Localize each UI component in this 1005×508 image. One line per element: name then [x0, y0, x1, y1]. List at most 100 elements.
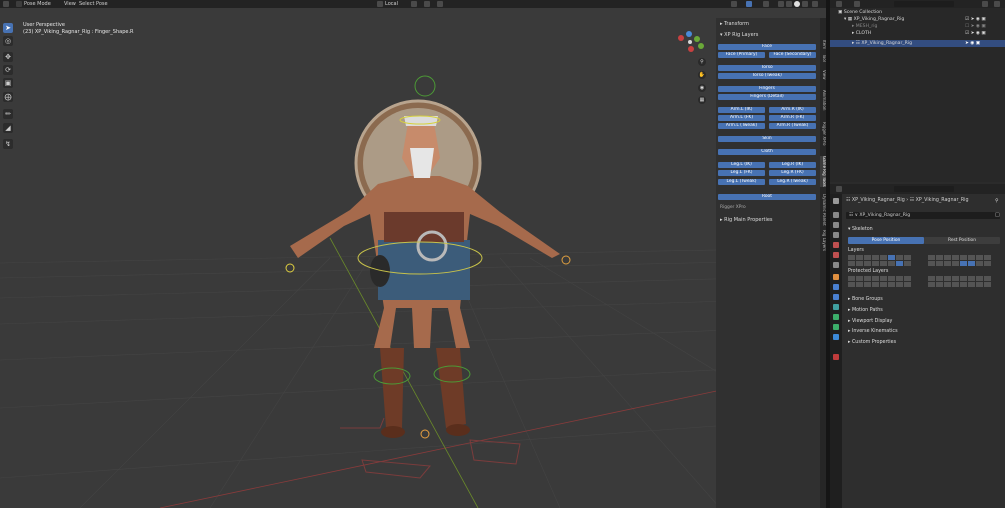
navigation-gizmo[interactable] [674, 30, 710, 60]
menu-select[interactable]: Select [79, 1, 94, 7]
bone-groups-panel-header[interactable]: ▸ Bone Groups [848, 297, 883, 302]
overlay-toggle-icon[interactable] [746, 1, 752, 7]
world-tab-icon[interactable] [833, 252, 839, 258]
filter-icon[interactable] [982, 1, 988, 7]
render-tab-icon[interactable] [833, 212, 839, 218]
breadcrumb-data[interactable]: XP_Viking_Ragnar_Rig [916, 198, 969, 203]
layer-root-button[interactable]: Root [718, 194, 816, 200]
modifier-tab-icon[interactable] [833, 284, 839, 290]
armature-data-field[interactable]: ☷ ∨ XP_Viking_Ragnar_Rig [846, 212, 1000, 219]
outliner-search-input[interactable] [894, 1, 954, 7]
custom-properties-panel-header[interactable]: ▸ Custom Properties [848, 340, 896, 345]
snap-icon[interactable] [424, 1, 430, 7]
bone-tab-icon[interactable] [833, 324, 839, 330]
outliner-editor-icon[interactable] [836, 1, 842, 7]
exclude-checkbox-icon[interactable]: ☐ ➤ ◉ ▣ [965, 24, 986, 29]
layer-arm-l-ik-button[interactable]: Arm.L (IK) [718, 107, 765, 113]
layer-leg-l-ik-button[interactable]: Leg.L (IK) [718, 162, 765, 168]
scene-collection-row[interactable]: ▣ Scene Collection [838, 9, 1000, 16]
collection-tab-icon[interactable] [833, 262, 839, 268]
viewport-display-panel-header[interactable]: ▸ Viewport Display [848, 319, 892, 324]
shading-rendered-icon[interactable] [802, 1, 808, 7]
inverse-kinematics-panel-header[interactable]: ▸ Inverse Kinematics [848, 329, 898, 334]
proportional-icon[interactable] [437, 1, 443, 7]
transform-orientation-dropdown[interactable]: Local [385, 1, 398, 7]
layer-arm-l-tweak-button[interactable]: Arm.L (Tweak) [718, 123, 765, 129]
layer-cloth-button[interactable]: Cloth [718, 149, 816, 155]
layer-arm-r-fk-button[interactable]: Arm.R (FK) [769, 115, 816, 121]
exclude-checkbox-icon[interactable]: ☑ ➤ ◉ ▣ [965, 31, 986, 36]
cursor-tool[interactable]: ◎ [3, 36, 13, 46]
rotate-tool[interactable]: ⟳ [3, 65, 13, 75]
display-mode-icon[interactable] [854, 1, 860, 7]
layer-arm-r-ik-button[interactable]: Arm.R (IK) [769, 107, 816, 113]
shading-options-icon[interactable] [812, 1, 818, 7]
gizmo-toggle-icon[interactable] [731, 1, 737, 7]
view-layer-tab-icon[interactable] [833, 232, 839, 238]
visibility-toggles-icon[interactable]: ➤ ◉ ▣ [965, 41, 980, 46]
layer-face-button[interactable]: Face [718, 44, 816, 50]
layer-arm-l-fk-button[interactable]: Arm.L (FK) [718, 115, 765, 121]
shading-solid-icon[interactable] [786, 1, 792, 7]
constraint-tab-icon[interactable] [833, 304, 839, 310]
fake-user-icon[interactable]: □ [995, 212, 1000, 218]
pivot-icon[interactable] [411, 1, 417, 7]
grid-projection-icon[interactable]: ▦ [698, 96, 706, 104]
editor-type-icon[interactable] [3, 1, 9, 7]
menu-pose[interactable]: Pose [96, 1, 108, 7]
pose-tool[interactable]: ↯ [3, 139, 13, 149]
zoom-icon[interactable]: ⚲ [698, 58, 706, 66]
scale-tool[interactable]: ▣ [3, 78, 13, 88]
layer-arm-r-tweak-button[interactable]: Arm.R (Tweak) [769, 123, 816, 129]
3d-viewport[interactable]: User Perspective (23) XP_Viking_Ragnar_R… [0, 8, 826, 508]
pan-hand-icon[interactable]: ✋ [698, 71, 706, 79]
motion-paths-panel-header[interactable]: ▸ Motion Paths [848, 308, 883, 313]
layer-fingers-button[interactable]: Fingers [718, 86, 816, 92]
measure-tool[interactable]: ◢ [3, 123, 13, 133]
new-collection-icon[interactable] [994, 1, 1000, 7]
rig-main-properties-header[interactable]: ▸ Rig Main Properties [720, 217, 773, 223]
transform-panel-header[interactable]: ▸ Transform [720, 21, 749, 27]
physics-tab-icon[interactable] [833, 294, 839, 300]
camera-icon[interactable]: ◉ [698, 84, 706, 92]
rest-position-button[interactable]: Rest Position [924, 237, 1000, 244]
pin-icon[interactable]: ⚲ [995, 198, 999, 204]
layer-leg-r-tweak-button[interactable]: Leg.R (Tweak) [769, 179, 816, 185]
layer-leg-r-fk-button[interactable]: Leg.R (FK) [769, 170, 816, 176]
annotate-tool[interactable]: ✏ [3, 109, 13, 119]
layer-leg-r-ik-button[interactable]: Leg.R (IK) [769, 162, 816, 168]
layer-skin-button[interactable]: Skin [718, 136, 816, 142]
properties-search-input[interactable] [894, 186, 954, 192]
material-tab-icon[interactable] [833, 354, 839, 360]
transform-tool[interactable]: ⨁ [3, 92, 13, 102]
shading-material-icon[interactable] [794, 1, 800, 7]
breadcrumb-object[interactable]: XP_Viking_Ragnar_Rig [852, 198, 905, 203]
menu-view[interactable]: View [64, 1, 76, 7]
perspective-label: User Perspective [23, 22, 65, 28]
layer-torso-button[interactable]: Torso [718, 65, 816, 71]
layer-leg-l-tweak-button[interactable]: Leg.L (Tweak) [718, 179, 765, 185]
pose-position-button[interactable]: Pose Position [848, 237, 924, 244]
armature-data-tab-icon[interactable] [833, 314, 839, 320]
layer-leg-l-fk-button[interactable]: Leg.L (FK) [718, 170, 765, 176]
layer-fingers-detail-button[interactable]: Fingers (Detail) [718, 94, 816, 100]
rig-layers-panel-header[interactable]: ▾ XP Rig Layers [720, 32, 758, 38]
xray-icon[interactable] [763, 1, 769, 7]
skeleton-panel-header[interactable]: ▾ Skeleton [848, 227, 873, 232]
layer-torso-tweak-button[interactable]: Torso (Tweak) [718, 73, 816, 79]
properties-editor-icon[interactable] [836, 186, 842, 192]
layer-face-primary-button[interactable]: Face (Primary) [718, 52, 765, 58]
object-tab-icon[interactable] [833, 274, 839, 280]
tool-tab-icon[interactable] [833, 198, 839, 204]
exclude-checkbox-icon[interactable]: ☑ ➤ ◉ ▣ [965, 17, 986, 22]
select-tool[interactable]: ➤ [3, 23, 13, 33]
bone-constraint-tab-icon[interactable] [833, 334, 839, 340]
viking-character[interactable] [290, 99, 560, 438]
skeleton-label: Skeleton [851, 227, 873, 232]
mode-dropdown[interactable]: Pose Mode [24, 1, 51, 7]
output-tab-icon[interactable] [833, 222, 839, 228]
scene-tab-icon[interactable] [833, 242, 839, 248]
move-tool[interactable]: ✥ [3, 52, 13, 62]
layer-face-secondary-button[interactable]: Face (Secondary) [769, 52, 816, 58]
shading-wireframe-icon[interactable] [778, 1, 784, 7]
